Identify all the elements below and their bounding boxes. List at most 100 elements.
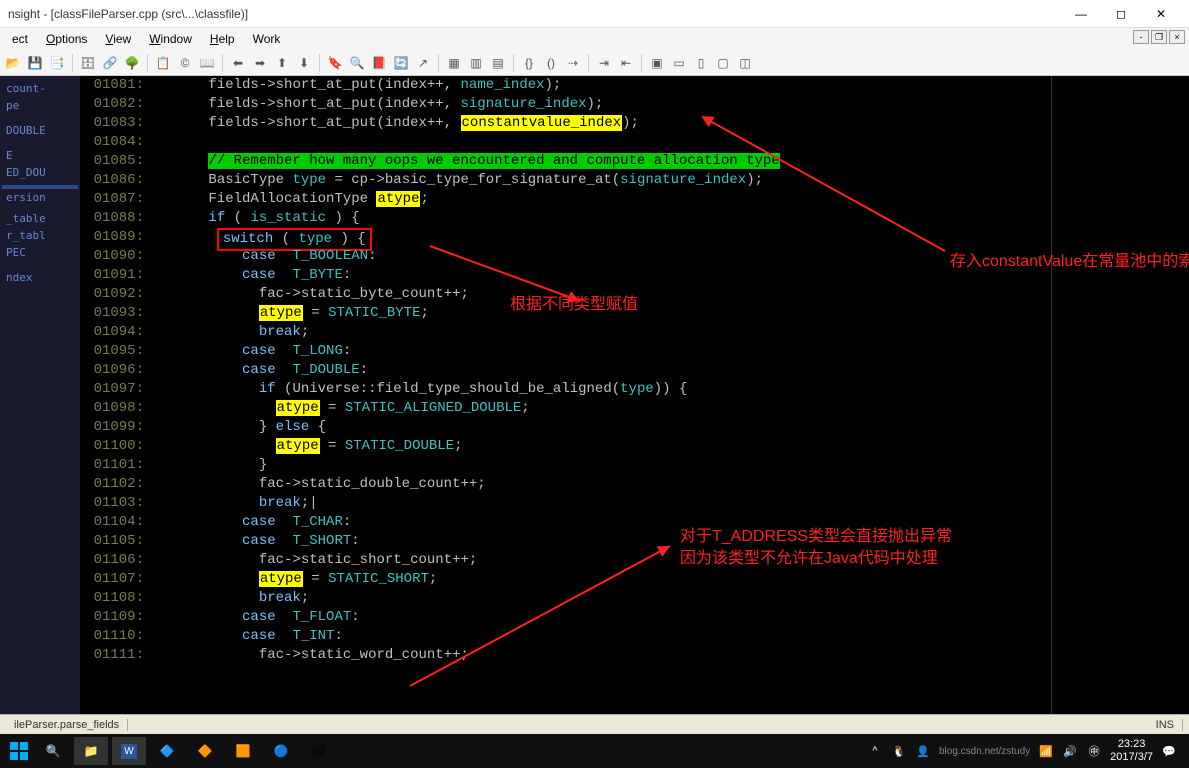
layout5-icon[interactable]: ◫: [736, 54, 754, 72]
sidebar-item[interactable]: pe: [2, 97, 78, 114]
tray-notification-icon[interactable]: 💬: [1161, 743, 1177, 759]
code-line[interactable]: atype = STATIC_ALIGNED_DOUBLE;: [158, 399, 1189, 418]
code-line[interactable]: fields->short_at_put(index++, name_index…: [158, 76, 1189, 95]
context-icon[interactable]: 📋: [154, 54, 172, 72]
code-editor[interactable]: 01081:01082:01083:01084:01085:01086:0108…: [80, 76, 1189, 714]
down-icon[interactable]: ⬇: [295, 54, 313, 72]
menu-window[interactable]: Window: [141, 30, 200, 48]
code-line[interactable]: case T_DOUBLE:: [158, 361, 1189, 380]
code-line[interactable]: case T_BOOLEAN:: [158, 247, 1189, 266]
code-line[interactable]: }: [158, 456, 1189, 475]
menu-view[interactable]: View: [97, 30, 139, 48]
maximize-button[interactable]: ◻: [1101, 1, 1141, 27]
taskbar-word-icon[interactable]: W: [112, 737, 146, 765]
taskbar-app1-icon[interactable]: 🔷: [150, 737, 184, 765]
indent-icon[interactable]: ⇥: [595, 54, 613, 72]
code-line[interactable]: case T_LONG:: [158, 342, 1189, 361]
up-icon[interactable]: ⬆: [273, 54, 291, 72]
brace-icon[interactable]: {}: [520, 54, 538, 72]
tray-people-icon[interactable]: 👤: [915, 743, 931, 759]
tray-up-icon[interactable]: ^: [867, 743, 883, 759]
mdi-minimize-button[interactable]: -: [1133, 30, 1149, 44]
db-icon[interactable]: 🗄: [79, 54, 97, 72]
close-button[interactable]: ✕: [1141, 1, 1181, 27]
tray-lang-icon[interactable]: ㊥: [1086, 743, 1102, 759]
sidebar-item[interactable]: _table: [2, 210, 78, 227]
menu-ect[interactable]: ect: [4, 30, 36, 48]
code-line[interactable]: case T_FLOAT:: [158, 608, 1189, 627]
book2-icon[interactable]: 📕: [370, 54, 388, 72]
sidebar[interactable]: count-peDOUBLEEED_DOUersion_tabler_tablP…: [0, 76, 80, 714]
paren-icon[interactable]: (): [542, 54, 560, 72]
sidebar-item[interactable]: DOUBLE: [2, 122, 78, 139]
mdi-close-button[interactable]: ×: [1169, 30, 1185, 44]
code-line[interactable]: case T_INT:: [158, 627, 1189, 646]
code-line[interactable]: fac->static_short_count++;: [158, 551, 1189, 570]
code-line[interactable]: fields->short_at_put(index++, signature_…: [158, 95, 1189, 114]
code-line[interactable]: break;: [158, 323, 1189, 342]
jump-icon[interactable]: ↗: [414, 54, 432, 72]
sidebar-item[interactable]: ersion: [2, 189, 78, 206]
bookmark-icon[interactable]: 🔖: [326, 54, 344, 72]
outdent-icon[interactable]: ⇤: [617, 54, 635, 72]
taskbar-app3-icon[interactable]: 🟧: [226, 737, 260, 765]
layout1-icon[interactable]: ▣: [648, 54, 666, 72]
code-line[interactable]: break;|: [158, 494, 1189, 513]
layout4-icon[interactable]: ▢: [714, 54, 732, 72]
code-line[interactable]: case T_SHORT:: [158, 532, 1189, 551]
code-line[interactable]: if ( is_static ) {: [158, 209, 1189, 228]
tray-wifi-icon[interactable]: 📶: [1038, 743, 1054, 759]
mdi-restore-button[interactable]: ❐: [1151, 30, 1167, 44]
taskbar-app4-icon[interactable]: 🔵: [264, 737, 298, 765]
layout2-icon[interactable]: ▭: [670, 54, 688, 72]
sidebar-item[interactable]: [2, 286, 78, 290]
minimize-button[interactable]: —: [1061, 1, 1101, 27]
code-line[interactable]: atype = STATIC_BYTE;: [158, 304, 1189, 323]
tray-volume-icon[interactable]: 🔊: [1062, 743, 1078, 759]
sidebar-item[interactable]: E: [2, 147, 78, 164]
prev-icon[interactable]: ⬅: [229, 54, 247, 72]
book-icon[interactable]: 📖: [198, 54, 216, 72]
code-line[interactable]: if (Universe::field_type_should_be_align…: [158, 380, 1189, 399]
menu-options[interactable]: Options: [38, 30, 95, 48]
ptr-icon[interactable]: ⇢: [564, 54, 582, 72]
code-line[interactable]: [158, 133, 1189, 152]
grid2-icon[interactable]: ▥: [467, 54, 485, 72]
menu-help[interactable]: Help: [202, 30, 243, 48]
code-line[interactable]: case T_CHAR:: [158, 513, 1189, 532]
find-icon[interactable]: 🔍: [348, 54, 366, 72]
code-line[interactable]: fac->static_word_count++;: [158, 646, 1189, 665]
taskbar-app5-icon[interactable]: 🖼: [302, 737, 336, 765]
menu-work[interactable]: Work: [245, 30, 289, 48]
code-line[interactable]: atype = STATIC_DOUBLE;: [158, 437, 1189, 456]
code-line[interactable]: atype = STATIC_SHORT;: [158, 570, 1189, 589]
sidebar-item[interactable]: PEC: [2, 244, 78, 261]
taskbar-explorer-icon[interactable]: 📁: [74, 737, 108, 765]
taskbar-search-icon[interactable]: 🔍: [36, 737, 70, 765]
code-line[interactable]: switch ( type ) {: [158, 228, 1189, 247]
sidebar-item[interactable]: ndex: [2, 269, 78, 286]
tree-icon[interactable]: 🌳: [123, 54, 141, 72]
code-line[interactable]: // Remember how many oops we encountered…: [158, 152, 1189, 171]
code-line[interactable]: fac->static_byte_count++;: [158, 285, 1189, 304]
code-line[interactable]: } else {: [158, 418, 1189, 437]
relation-icon[interactable]: 🔗: [101, 54, 119, 72]
code-line[interactable]: fac->static_double_count++;: [158, 475, 1189, 494]
code-line[interactable]: BasicType type = cp->basic_type_for_sign…: [158, 171, 1189, 190]
tray-clock[interactable]: 23:23 2017/3/7: [1110, 738, 1153, 764]
grid3-icon[interactable]: ▤: [489, 54, 507, 72]
code-area[interactable]: fields->short_at_put(index++, name_index…: [158, 76, 1189, 665]
save-all-icon[interactable]: 📑: [48, 54, 66, 72]
code-line[interactable]: case T_BYTE:: [158, 266, 1189, 285]
layout3-icon[interactable]: ▯: [692, 54, 710, 72]
class-icon[interactable]: ©: [176, 54, 194, 72]
open-icon[interactable]: 📂: [4, 54, 22, 72]
code-line[interactable]: FieldAllocationType atype;: [158, 190, 1189, 209]
start-button[interactable]: [4, 737, 34, 765]
next-icon[interactable]: ➡: [251, 54, 269, 72]
code-line[interactable]: break;: [158, 589, 1189, 608]
sidebar-item[interactable]: ED_DOU: [2, 164, 78, 181]
refresh-icon[interactable]: 🔄: [392, 54, 410, 72]
tray-qq-icon[interactable]: 🐧: [891, 743, 907, 759]
sidebar-item[interactable]: r_tabl: [2, 227, 78, 244]
